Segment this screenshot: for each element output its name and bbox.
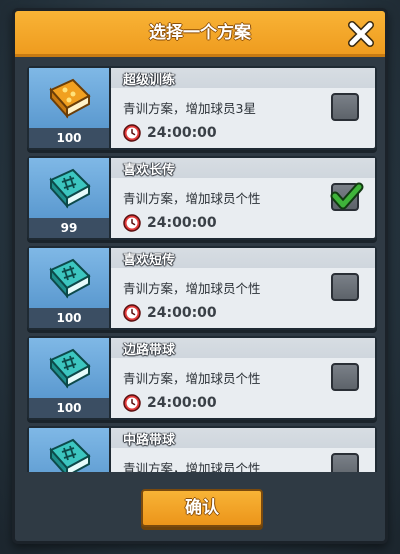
- item-checkbox[interactable]: [331, 93, 359, 121]
- item-description: 青训方案，增加球员个性: [123, 191, 261, 206]
- item-timer: 24:00:00: [123, 304, 217, 322]
- plan-list[interactable]: 100 超级训练 青训方案，增加球员3星 24:00:00 99 喜欢长传 青训…: [15, 60, 385, 472]
- plan-item[interactable]: 99 喜欢长传 青训方案，增加球员个性 24:00:00: [27, 156, 377, 240]
- plan-item[interactable]: 中路带球 青训方案，增加球员个性: [27, 426, 377, 472]
- item-name: 中路带球: [123, 433, 176, 448]
- teal-book-icon: [49, 258, 91, 299]
- item-timer-text: 24:00:00: [147, 125, 217, 141]
- dialog-footer: 确认: [15, 472, 385, 541]
- teal-book-icon: [49, 438, 91, 472]
- item-count: 99: [29, 218, 109, 238]
- item-name: 边路带球: [123, 343, 176, 358]
- item-checkbox[interactable]: [331, 453, 359, 472]
- item-description: 青训方案，增加球员个性: [123, 371, 261, 386]
- item-tile: 99: [29, 158, 111, 238]
- item-description: 青训方案，增加球员个性: [123, 461, 261, 472]
- item-name: 超级训练: [123, 73, 176, 88]
- item-tile: 100: [29, 248, 111, 328]
- plan-select-dialog: 选择一个方案 100 超级训练 青训方案，增加球员3星 24:00:00 99 …: [12, 8, 388, 544]
- close-icon: [348, 21, 374, 47]
- clock-icon: [123, 304, 141, 322]
- item-timer: 24:00:00: [123, 394, 217, 412]
- clock-icon: [123, 394, 141, 412]
- item-tile: 100: [29, 68, 111, 148]
- item-timer-text: 24:00:00: [147, 395, 217, 411]
- plan-item[interactable]: 100 边路带球 青训方案，增加球员个性 24:00:00: [27, 336, 377, 420]
- item-checkbox-checked[interactable]: [330, 182, 364, 211]
- item-timer-text: 24:00:00: [147, 305, 217, 321]
- item-tile: [29, 428, 111, 472]
- clock-icon: [123, 124, 141, 142]
- close-button[interactable]: [347, 20, 375, 48]
- item-checkbox[interactable]: [331, 363, 359, 391]
- item-timer-text: 24:00:00: [147, 215, 217, 231]
- clock-icon: [123, 214, 141, 232]
- item-description: 青训方案，增加球员个性: [123, 281, 261, 296]
- item-checkbox[interactable]: [331, 273, 359, 301]
- item-name: 喜欢长传: [123, 163, 176, 178]
- item-description: 青训方案，增加球员3星: [123, 101, 256, 116]
- teal-book-icon: [49, 348, 91, 389]
- plan-item[interactable]: 100 超级训练 青训方案，增加球员3星 24:00:00: [27, 66, 377, 150]
- item-name: 喜欢短传: [123, 253, 176, 268]
- plan-item[interactable]: 100 喜欢短传 青训方案，增加球员个性 24:00:00: [27, 246, 377, 330]
- dialog-title: 选择一个方案: [149, 23, 251, 43]
- checkmark-icon: [330, 182, 364, 210]
- item-timer: 24:00:00: [123, 124, 217, 142]
- item-count: 100: [29, 128, 109, 148]
- confirm-button[interactable]: 确认: [141, 489, 263, 527]
- gold-book-icon: [49, 78, 91, 119]
- item-tile: 100: [29, 338, 111, 418]
- item-count: 100: [29, 398, 109, 418]
- teal-book-icon: [49, 168, 91, 209]
- item-timer: 24:00:00: [123, 214, 217, 232]
- item-count: 100: [29, 308, 109, 328]
